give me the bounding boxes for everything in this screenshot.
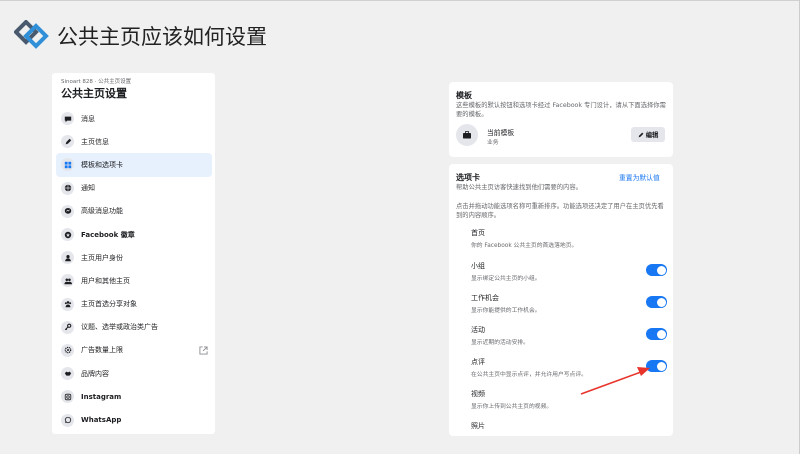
- sidebar-item-page-info[interactable]: 主页信息: [56, 130, 212, 153]
- tab-description: 在公共主页中显示点评，并允许用户写点评。: [471, 372, 587, 378]
- instagram-icon: [61, 390, 74, 404]
- sidebar-item-label: 广告数量上限: [81, 346, 123, 355]
- pencil-icon: [61, 135, 74, 149]
- sidebar-item-instagram[interactable]: Instagram: [56, 385, 212, 408]
- sidebar-item-label: Instagram: [81, 392, 122, 401]
- tabs-card: 选项卡 重置为默认值 帮助公共主页访客快速找到他们需要的内容。 点击并拖动功能选…: [449, 164, 673, 436]
- chat-icon: [61, 112, 74, 126]
- group-icon: [61, 297, 74, 311]
- sidebar-item-ad-limits[interactable]: 广告数量上限: [56, 339, 212, 362]
- tab-item-reviews[interactable]: 点评 在公共主页中显示点评，并允许用户写点评。: [471, 357, 671, 378]
- current-template-value: 业务: [487, 140, 499, 146]
- sidebar-title: 公共主页设置: [61, 87, 127, 100]
- sidebar-item-label: 主页信息: [81, 137, 109, 146]
- tab-name: 视频: [471, 390, 485, 398]
- sidebar-item-whatsapp[interactable]: WhatsApp: [56, 408, 212, 431]
- whatsapp-icon: [61, 413, 74, 427]
- tab-description: 显示你能提供的工作机会。: [471, 308, 541, 314]
- sidebar-item-label: 议题、选举或政治类广告: [81, 323, 158, 332]
- tab-name: 首页: [471, 229, 485, 237]
- star-icon: [61, 228, 74, 242]
- edit-template-button[interactable]: 编辑: [631, 127, 665, 142]
- sidebar-item-branded-content[interactable]: 品牌内容: [56, 362, 212, 385]
- tab-name: 活动: [471, 326, 485, 334]
- tab-description: 显示你上传到公共主页的视频。: [471, 404, 553, 410]
- tab-item-photos[interactable]: 照片: [471, 421, 671, 433]
- breadcrumb: Sinoart 828 · 公共主页设置: [61, 79, 132, 85]
- sidebar-item-political-ads[interactable]: 议题、选举或政治类广告: [56, 316, 212, 339]
- sidebar-item-templates-tabs[interactable]: 模板和选项卡: [56, 153, 212, 177]
- logo-icon: [14, 20, 49, 49]
- tab-item-videos[interactable]: 视频 显示你上传到公共主页的视频。: [471, 389, 671, 410]
- current-template-label: 当前模板: [487, 129, 515, 137]
- tab-name: 照片: [471, 422, 485, 430]
- pencil-icon: [638, 132, 644, 137]
- sidebar-item-label: 通知: [81, 184, 95, 193]
- tabs-description: 帮助公共主页访客快速找到他们需要的内容。: [456, 184, 582, 191]
- tab-item-groups[interactable]: 小组 显示绑定公共主页的小组。: [471, 261, 671, 282]
- tab-item-home[interactable]: 首页 你的 Facebook 公共主页的首选落地页。: [471, 228, 671, 249]
- template-card: 模板 这些模板的默认按钮和选项卡经过 Facebook 专门设计，请从下面选择你…: [449, 82, 673, 157]
- edit-button-label: 编辑: [645, 132, 659, 139]
- template-heading: 模板: [456, 91, 472, 100]
- sidebar-item-facebook-badges[interactable]: Facebook 徽章: [56, 223, 212, 246]
- gear-icon: [61, 343, 74, 357]
- settings-sidebar: Sinoart 828 · 公共主页设置 公共主页设置 消息 主页信息 模板和选…: [52, 73, 215, 434]
- reset-default-link[interactable]: 重置为默认值: [619, 172, 660, 182]
- tab-item-events[interactable]: 活动 显示近期的活动安排。: [471, 325, 671, 346]
- sidebar-item-label: 模板和选项卡: [81, 160, 123, 169]
- sidebar-item-label: WhatsApp: [81, 416, 122, 425]
- template-description: 这些模板的默认按钮和选项卡经过 Facebook 专门设计，请从下面选择你需要的…: [456, 102, 666, 118]
- sidebar-item-page-roles[interactable]: 主页用户身份: [56, 246, 212, 269]
- title-bar: 公共主页应该如何设置: [0, 0, 800, 56]
- grid-icon: [61, 158, 74, 172]
- sidebar-item-label: 高级消息功能: [81, 207, 123, 216]
- sidebar-item-label: Facebook 徽章: [81, 230, 135, 239]
- globe-icon: [61, 181, 74, 195]
- sidebar-item-label: 主页首选分享对象: [81, 300, 137, 309]
- sidebar-item-people-pages[interactable]: 用户和其他主页: [56, 269, 212, 292]
- groups-toggle[interactable]: [646, 264, 667, 276]
- external-link-icon[interactable]: [199, 346, 208, 355]
- messenger-icon: [61, 204, 74, 218]
- tabs-heading: 选项卡: [456, 173, 480, 182]
- handshake-icon: [61, 367, 74, 381]
- sidebar-item-notifications[interactable]: 通知: [56, 177, 212, 200]
- sidebar-item-label: 主页用户身份: [81, 253, 123, 262]
- sidebar-item-label: 品牌内容: [81, 369, 109, 378]
- tabs-reorder-hint: 点击并拖动功能选项名称可重新排序。功能选项还决定了用户在主页优先看到的内容顺序。: [456, 203, 664, 219]
- events-toggle[interactable]: [646, 328, 667, 340]
- sidebar-item-label: 用户和其他主页: [81, 276, 130, 285]
- page-title: 公共主页应该如何设置: [57, 25, 267, 49]
- user-icon: [61, 251, 74, 265]
- briefcase-icon: [456, 124, 478, 146]
- key-icon: [61, 320, 74, 334]
- reviews-toggle[interactable]: [646, 360, 667, 372]
- sidebar-item-messages[interactable]: 消息: [56, 107, 212, 130]
- sidebar-item-advanced-messaging[interactable]: 高级消息功能: [56, 200, 212, 223]
- tab-name: 小组: [471, 262, 485, 270]
- tab-description: 显示近期的活动安排。: [471, 340, 529, 346]
- jobs-toggle[interactable]: [646, 296, 667, 308]
- users-icon: [61, 274, 74, 288]
- settings-menu: 消息 主页信息 模板和选项卡 通知 高级消息功能 Facebook 徽章 主页用…: [56, 107, 212, 432]
- tab-description: 显示绑定公共主页的小组。: [471, 276, 541, 282]
- tab-name: 点评: [471, 358, 485, 366]
- sidebar-item-label: 消息: [81, 114, 95, 123]
- tab-description: 你的 Facebook 公共主页的首选落地页。: [471, 243, 578, 249]
- sidebar-item-preferred-audience[interactable]: 主页首选分享对象: [56, 293, 212, 316]
- tab-name: 工作机会: [471, 294, 499, 302]
- tab-item-jobs[interactable]: 工作机会 显示你能提供的工作机会。: [471, 293, 671, 314]
